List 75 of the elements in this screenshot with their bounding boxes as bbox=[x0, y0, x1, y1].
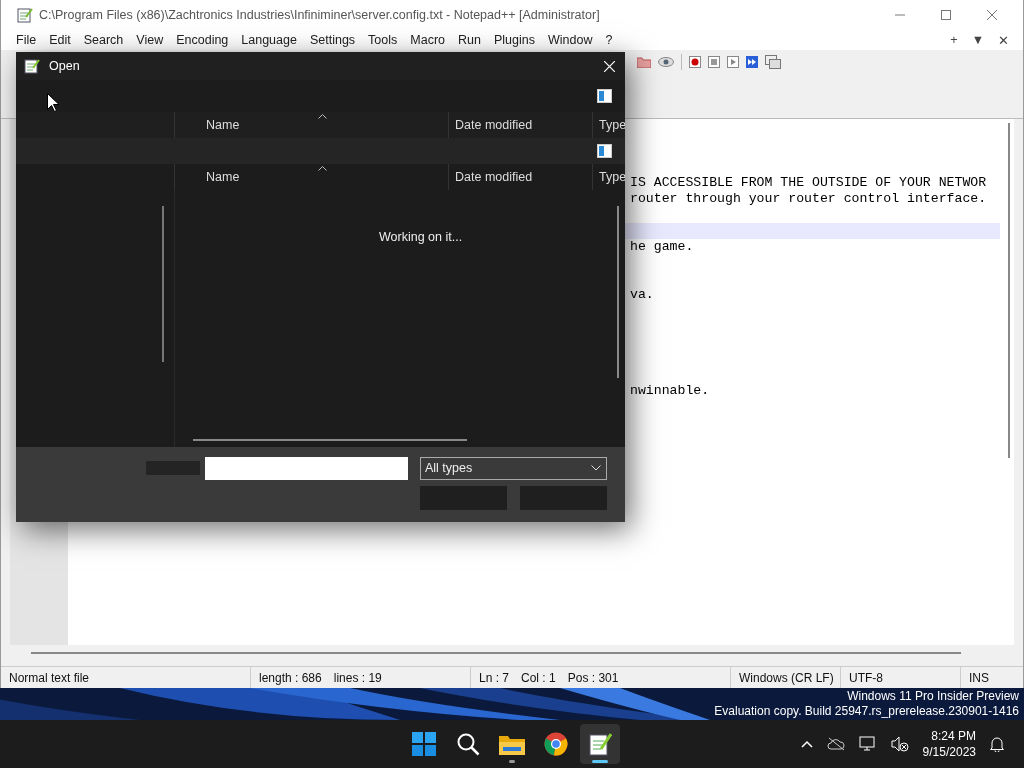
status-text: UTF-8 bbox=[849, 670, 883, 685]
menu-item[interactable]: Settings bbox=[309, 33, 356, 47]
maximize-icon[interactable] bbox=[941, 10, 951, 20]
preview-pane-icon[interactable] bbox=[597, 144, 612, 158]
watermark-text: Evaluation copy. Build 25947.rs_prerelease.230901-1416 bbox=[714, 704, 1019, 719]
notepad-icon bbox=[24, 58, 40, 74]
preview-pane-icon[interactable] bbox=[597, 89, 612, 103]
fast-forward-icon[interactable] bbox=[746, 56, 758, 68]
folder-icon bbox=[499, 733, 525, 755]
scrollbar[interactable] bbox=[31, 652, 961, 654]
menu-item[interactable]: Macro bbox=[410, 33, 446, 47]
file-type-dropdown[interactable]: All types bbox=[420, 456, 607, 480]
status-text: length : 686 bbox=[259, 670, 322, 685]
tab-bar-control[interactable]: + bbox=[950, 33, 958, 47]
menu-item[interactable]: Run bbox=[458, 33, 481, 47]
network-icon[interactable] bbox=[858, 736, 877, 752]
menu-item[interactable]: File bbox=[16, 33, 37, 47]
column-header[interactable]: Name bbox=[206, 118, 240, 132]
folder-icon[interactable] bbox=[637, 56, 651, 68]
status-text: INS bbox=[969, 670, 989, 685]
status-text: Pos : 301 bbox=[567, 670, 619, 685]
record-icon[interactable] bbox=[689, 56, 701, 68]
notepad-icon bbox=[588, 732, 612, 756]
menu-item[interactable]: Search bbox=[83, 33, 124, 47]
eye-icon[interactable] bbox=[658, 57, 674, 67]
code-line: he game. bbox=[630, 239, 694, 254]
status-text: Col : 1 bbox=[521, 670, 556, 685]
column-header[interactable]: Date modified bbox=[455, 170, 533, 184]
status-message: Working on it... bbox=[379, 230, 463, 244]
taskbar-button[interactable] bbox=[580, 724, 620, 764]
menu-item[interactable]: Encoding bbox=[176, 33, 229, 47]
column-header[interactable]: Type bbox=[599, 118, 625, 132]
code-line: IS ACCESSIBLE FROM THE OUTSIDE OF YOUR NETWOR bbox=[630, 175, 987, 190]
menu-item[interactable]: ? bbox=[605, 33, 613, 47]
scrollbar[interactable] bbox=[162, 206, 164, 362]
tab-bar-control[interactable]: ✕ bbox=[998, 32, 1009, 48]
file-name-field[interactable] bbox=[205, 456, 408, 480]
menu-item[interactable]: View bbox=[136, 33, 164, 47]
code-line: nwinnable. bbox=[630, 383, 710, 398]
notification-bell-icon[interactable] bbox=[990, 736, 1004, 752]
window-title: C:\Program Files (x86)\Zachtronics Industries\Infiniminer\server.config.txt - Notepad++ [Administrator] bbox=[39, 8, 600, 22]
clock-time[interactable]: 8:24 PM bbox=[931, 728, 976, 744]
scrollbar[interactable] bbox=[1008, 123, 1010, 458]
speaker-muted-icon[interactable] bbox=[890, 736, 909, 752]
windows-logo-icon bbox=[412, 732, 436, 756]
tab-bar-control[interactable]: ▼ bbox=[971, 33, 984, 47]
column-header[interactable]: Name bbox=[206, 170, 240, 184]
watermark-text: Windows 11 Pro Insider Preview bbox=[847, 689, 1019, 704]
menu-item[interactable]: Language bbox=[241, 33, 297, 47]
status-text: lines : 19 bbox=[333, 670, 382, 685]
status-text: Normal text file bbox=[9, 670, 90, 685]
column-header[interactable]: Date modified bbox=[455, 118, 533, 132]
code-line: router through your router control interface. bbox=[630, 191, 987, 206]
code-line: va. bbox=[630, 287, 654, 302]
menu-item[interactable]: Edit bbox=[49, 33, 71, 47]
column-header[interactable]: Type bbox=[599, 170, 625, 184]
stop-icon[interactable] bbox=[708, 56, 720, 68]
status-text: Windows (CR LF) bbox=[739, 670, 834, 685]
chevron-up-icon[interactable] bbox=[800, 740, 813, 748]
menu-item[interactable]: Tools bbox=[368, 33, 398, 47]
scrollbar[interactable] bbox=[617, 206, 619, 378]
save-macro-icon[interactable] bbox=[765, 55, 781, 69]
dialog-title: Open bbox=[49, 59, 80, 73]
scrollbar[interactable] bbox=[193, 439, 467, 441]
menu-item[interactable]: Window bbox=[547, 33, 593, 47]
cloud-off-icon[interactable] bbox=[826, 737, 845, 751]
status-text: Ln : 7 bbox=[479, 670, 510, 685]
mouse-cursor-icon bbox=[47, 93, 59, 112]
browser-icon bbox=[544, 732, 568, 756]
chevron-down-icon bbox=[591, 465, 601, 471]
notepad-icon bbox=[17, 7, 33, 23]
clock-date[interactable]: 9/15/2023 bbox=[922, 744, 976, 760]
menu-item[interactable]: Plugins bbox=[493, 33, 535, 47]
search-icon bbox=[456, 732, 480, 756]
play-icon[interactable] bbox=[727, 56, 739, 68]
